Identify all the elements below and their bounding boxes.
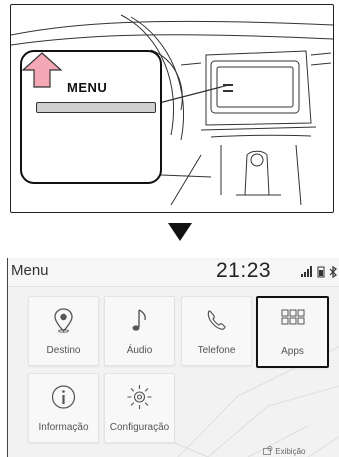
tile-label: Destino xyxy=(46,345,81,356)
tile-label: Telefone xyxy=(197,345,236,356)
music-note-icon xyxy=(132,309,146,331)
display-toggle[interactable]: Exibição xyxy=(263,446,305,456)
press-arrow-icon xyxy=(22,52,62,88)
dashboard-illustration: MENU xyxy=(10,4,334,213)
tile-apps[interactable]: Apps xyxy=(256,296,329,368)
location-pin-icon xyxy=(54,308,73,333)
tile-informacao[interactable]: Informação xyxy=(28,373,99,443)
menu-screen: Menu 21:23 Destino Áudio Telefone Apps I… xyxy=(7,258,339,457)
down-arrow-icon xyxy=(168,223,192,241)
bluetooth-icon xyxy=(329,265,337,279)
menu-button xyxy=(36,102,156,113)
apps-grid-icon xyxy=(281,309,305,325)
phone-icon xyxy=(207,310,226,330)
tile-label: Informação xyxy=(38,422,89,433)
tile-label: Apps xyxy=(281,346,304,357)
screen-title: Menu xyxy=(11,262,49,279)
menu-button-label: MENU xyxy=(67,80,108,95)
battery-icon xyxy=(317,266,325,278)
info-icon xyxy=(51,385,76,409)
map-view-icon xyxy=(263,446,273,455)
signal-icon xyxy=(301,266,312,277)
tile-label: Configuração xyxy=(109,422,170,433)
tile-audio[interactable]: Áudio xyxy=(104,296,175,366)
tile-label: Áudio xyxy=(126,345,153,356)
tile-destino[interactable]: Destino xyxy=(28,296,99,366)
display-toggle-label: Exibição xyxy=(275,447,306,456)
status-bar: Menu 21:23 xyxy=(8,258,339,287)
tile-telefone[interactable]: Telefone xyxy=(181,296,252,366)
tile-configuracao[interactable]: Configuração xyxy=(104,373,175,443)
status-icons xyxy=(301,265,339,280)
menu-button-callout: MENU xyxy=(20,50,162,184)
gear-icon xyxy=(127,385,152,409)
clock: 21:23 xyxy=(216,259,272,282)
